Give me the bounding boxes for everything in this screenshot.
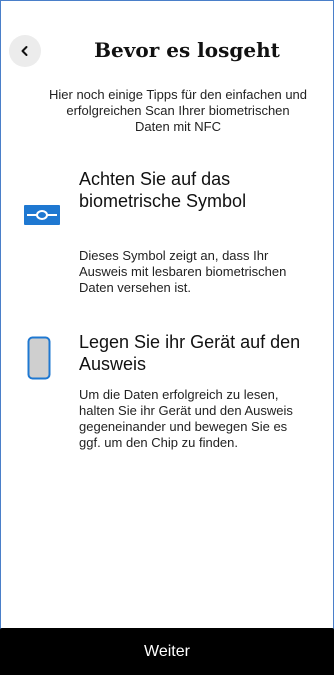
screen: Bevor es losgeht Hier noch einige Tipps … (0, 0, 334, 674)
chevron-left-icon (19, 45, 31, 57)
intro-text: Hier noch einige Tipps für den einfachen… (49, 87, 308, 134)
phone-icon (27, 336, 51, 385)
tip-text: Um die Daten erfolgreich zu lesen, halte… (79, 387, 293, 450)
tip-text: Dieses Symbol zeigt an, dass Ihr Ausweis… (79, 248, 287, 295)
back-button[interactable] (9, 35, 41, 67)
tip-title: Legen Sie ihr Gerät auf den Ausweis (79, 332, 301, 374)
tip-title: Achten Sie auf das biometrische Symbol (79, 169, 247, 211)
page-title: Bevor es losgeht (94, 38, 280, 62)
biometric-symbol-icon (24, 205, 60, 230)
continue-button[interactable]: Weiter (0, 628, 334, 675)
